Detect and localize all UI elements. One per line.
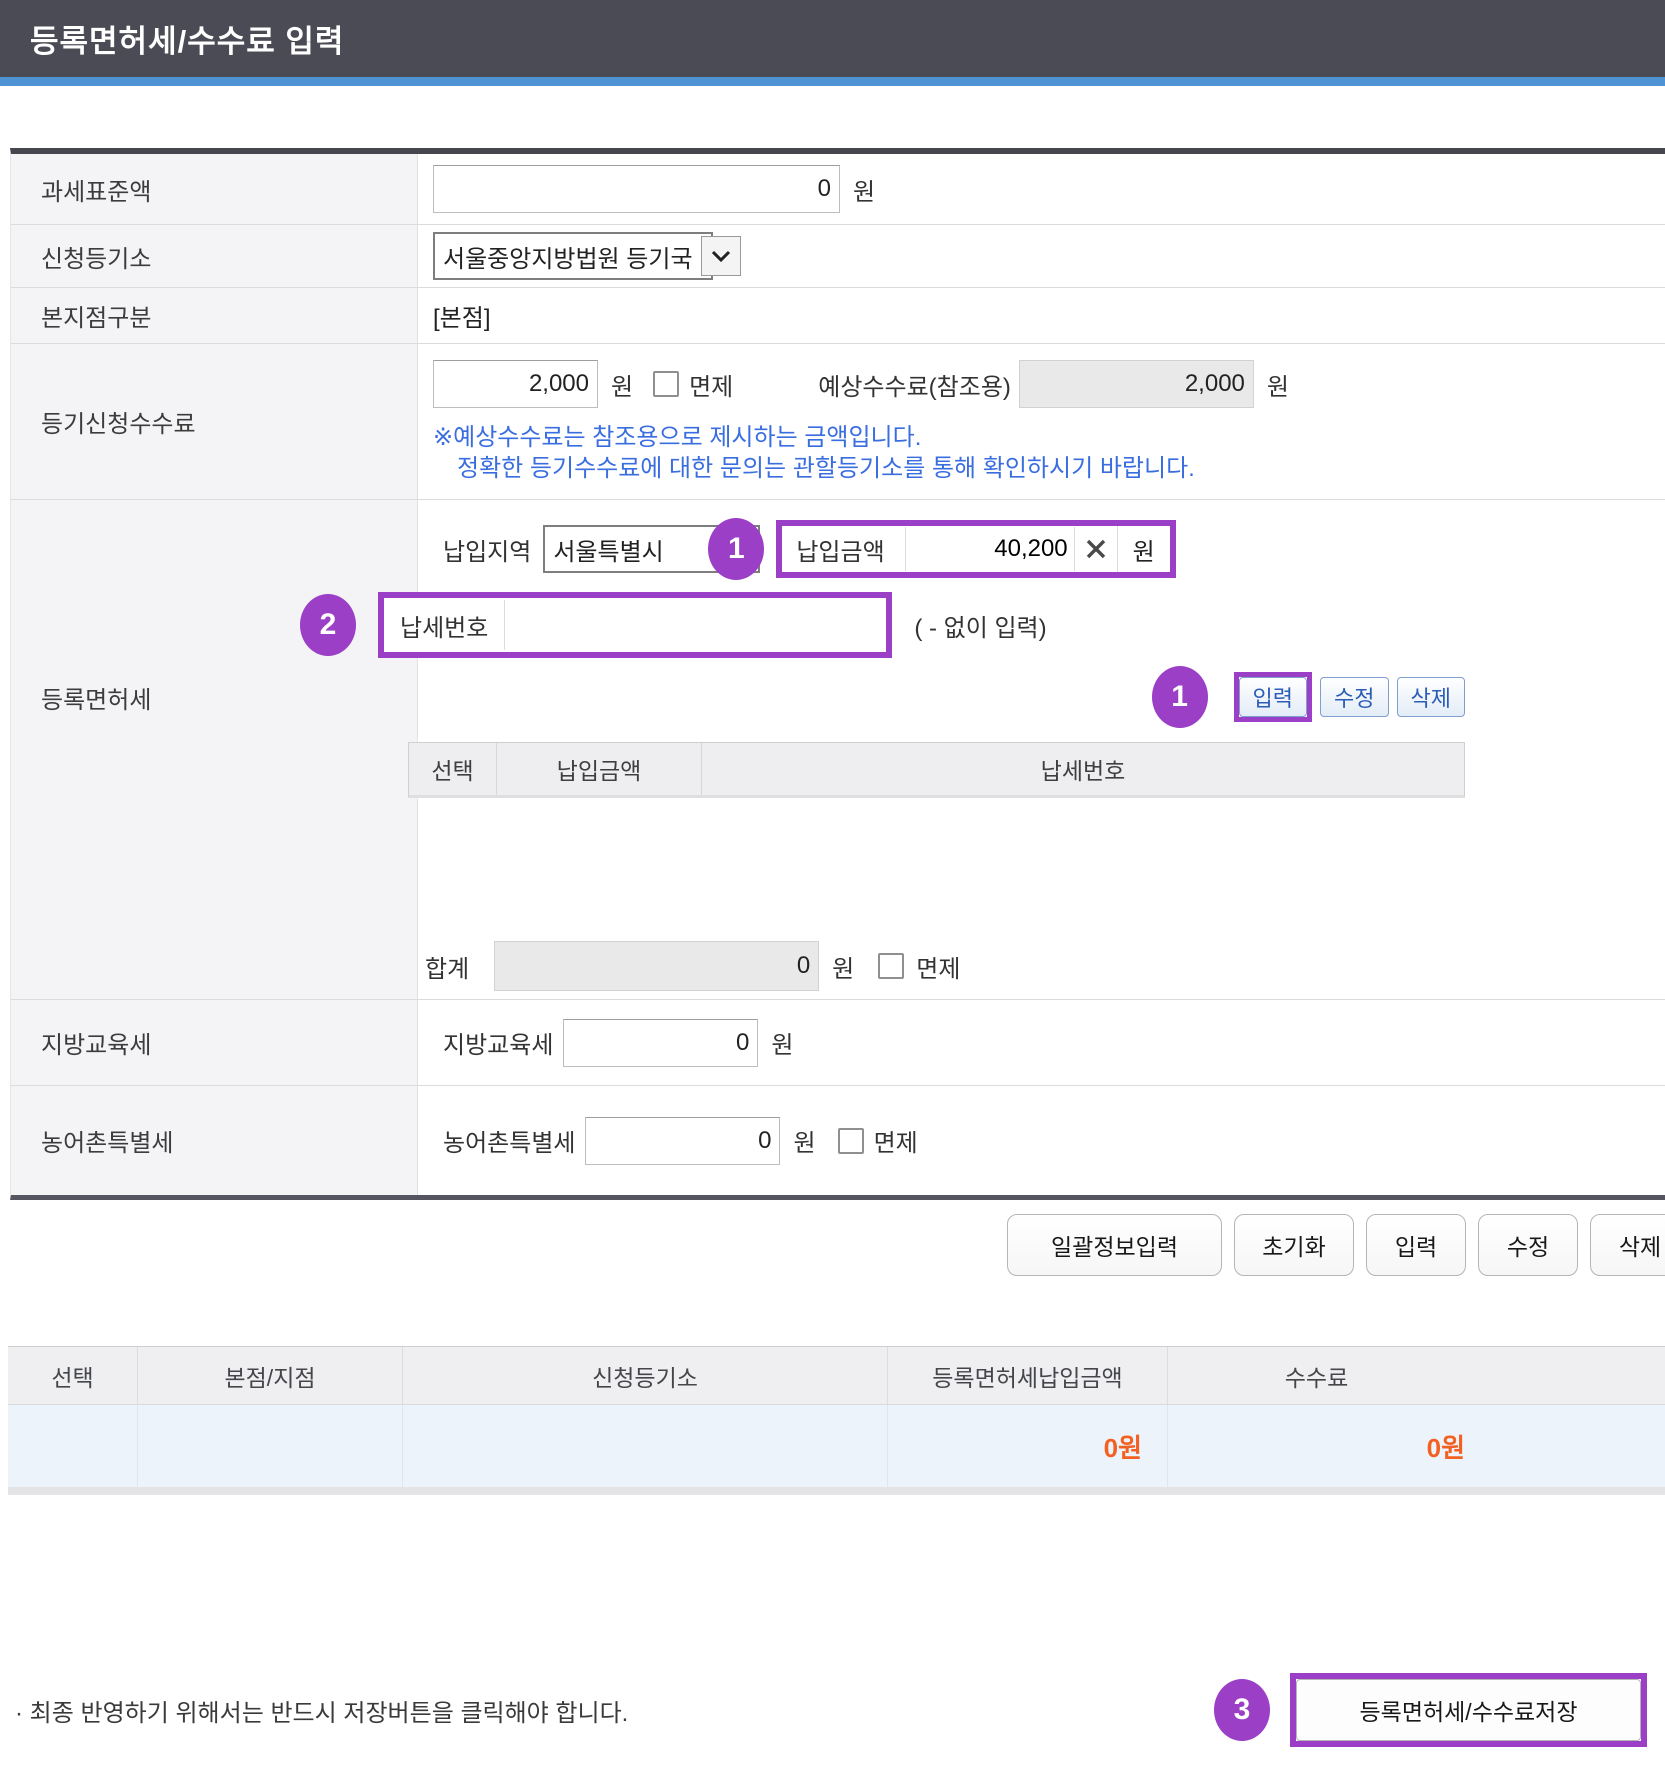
local-edu-tax-field-label: 지방교육세 bbox=[443, 1025, 553, 1060]
local-edu-tax-unit: 원 bbox=[771, 1025, 793, 1060]
payment-amount-input[interactable] bbox=[905, 527, 1075, 571]
rural-tax-exempt-checkbox[interactable] bbox=[838, 1128, 864, 1154]
bulk-input-button[interactable]: 일괄정보입력 bbox=[1007, 1214, 1222, 1276]
license-tax-label: 등록면허세 bbox=[11, 500, 418, 999]
grid-header-amount: 납입금액 bbox=[497, 743, 702, 795]
summary-header-row: 선택 본점/지점 신청등기소 등록면허세납입금액 수수료 bbox=[8, 1347, 1665, 1405]
clear-x-icon[interactable] bbox=[1075, 537, 1117, 561]
reset-button[interactable]: 초기화 bbox=[1234, 1214, 1354, 1276]
rural-tax-exempt-label: 면제 bbox=[874, 1123, 918, 1158]
summary-cell-branch bbox=[138, 1405, 403, 1487]
grid-header-select: 선택 bbox=[409, 743, 497, 795]
payment-amount-label: 납입금액 bbox=[782, 532, 904, 567]
application-fee-input[interactable] bbox=[433, 360, 598, 408]
local-edu-tax-label: 지방교육세 bbox=[11, 1000, 418, 1085]
title-bar: 등록면허세/수수료 입력 bbox=[0, 0, 1665, 86]
estimate-fee-input bbox=[1019, 360, 1254, 408]
tax-base-row: 과세표준액 원 bbox=[11, 154, 1665, 225]
step-badge-2: 2 bbox=[300, 594, 356, 656]
tax-number-hint: ( - 없이 입력) bbox=[914, 608, 1046, 643]
payment-amount-box: 납입금액 원 bbox=[776, 520, 1175, 578]
license-input-button[interactable]: 입력 bbox=[1239, 677, 1307, 717]
branch-type-label: 본지점구분 bbox=[11, 288, 418, 343]
license-tax-grid: 선택 납입금액 납세번호 bbox=[408, 742, 1465, 941]
tax-number-box: 납세번호 bbox=[378, 592, 892, 658]
registry-office-label: 신청등기소 bbox=[11, 225, 418, 287]
license-fee-form: 과세표준액 원 신청등기소 서울중앙지방법원 등기국 본지점구분 [본점] 등기… bbox=[10, 148, 1665, 1200]
application-fee-exempt-checkbox[interactable] bbox=[653, 371, 679, 397]
step-badge-3: 3 bbox=[1214, 1679, 1270, 1741]
tax-base-unit: 원 bbox=[853, 172, 875, 207]
local-edu-tax-row: 지방교육세 지방교육세 원 bbox=[11, 1000, 1665, 1086]
registry-office-selected: 서울중앙지방법원 등기국 bbox=[435, 239, 701, 274]
input-button-highlight: 입력 bbox=[1234, 672, 1312, 722]
page-title: 등록면허세/수수료 입력 bbox=[30, 16, 344, 61]
registry-office-row: 신청등기소 서울중앙지방법원 등기국 bbox=[11, 225, 1665, 288]
summary-header-office: 신청등기소 bbox=[403, 1347, 888, 1404]
save-button-highlight: 등록면허세/수수료저장 bbox=[1290, 1673, 1647, 1747]
tax-number-label: 납세번호 bbox=[384, 608, 504, 643]
chevron-down-icon bbox=[701, 236, 741, 276]
summary-cell-fee: 0원 bbox=[1168, 1405, 1665, 1487]
fee-notice-line2: 정확한 등기수수료에 대한 문의는 관할등기소를 통해 확인하시기 바랍니다. bbox=[433, 453, 1195, 484]
license-total-exempt-label: 면제 bbox=[916, 949, 960, 984]
summary-table: 선택 본점/지점 신청등기소 등록면허세납입금액 수수료 0원 0원 bbox=[8, 1346, 1665, 1495]
payment-region-label: 납입지역 bbox=[443, 532, 531, 567]
summary-data-row[interactable]: 0원 0원 bbox=[8, 1405, 1665, 1487]
save-button[interactable]: 등록면허세/수수료저장 bbox=[1296, 1679, 1641, 1741]
estimate-fee-label: 예상수수료(참조용) bbox=[818, 367, 1011, 402]
tax-base-input[interactable] bbox=[433, 165, 840, 213]
summary-header-branch: 본점/지점 bbox=[138, 1347, 403, 1404]
tax-base-label: 과세표준액 bbox=[11, 154, 418, 224]
license-tax-row: 등록면허세 납입지역 서울특별시 1 납입금액 원 bbox=[11, 500, 1665, 1000]
save-group: 3 등록면허세/수수료저장 bbox=[1214, 1673, 1647, 1747]
license-total-label: 합계 bbox=[425, 949, 469, 984]
step-badge-1b: 1 bbox=[1152, 666, 1208, 728]
fee-notice: ※예상수수료는 참조용으로 제시하는 금액입니다. 정확한 등기수수료에 대한 … bbox=[433, 422, 1195, 484]
license-delete-button[interactable]: 삭제 bbox=[1397, 677, 1465, 717]
tax-number-input[interactable] bbox=[504, 600, 886, 650]
summary-cell-license-amount: 0원 bbox=[888, 1405, 1168, 1487]
summary-header-license-amount: 등록면허세납입금액 bbox=[888, 1347, 1168, 1404]
save-note: · 최종 반영하기 위해서는 반드시 저장버튼을 클릭해야 합니다. bbox=[15, 1693, 628, 1728]
summary-cell-select bbox=[8, 1405, 138, 1487]
branch-type-value: [본점] bbox=[433, 298, 491, 333]
application-fee-exempt-label: 면제 bbox=[689, 367, 733, 402]
application-fee-row: 등기신청수수료 원 면제 예상수수료(참조용) 원 ※예상수수료는 참조용으로 … bbox=[11, 344, 1665, 500]
delete-button[interactable]: 삭제 bbox=[1590, 1214, 1665, 1276]
step-badge-1: 1 bbox=[708, 518, 764, 580]
edit-button[interactable]: 수정 bbox=[1478, 1214, 1578, 1276]
footer: · 최종 반영하기 위해서는 반드시 저장버튼을 클릭해야 합니다. 3 등록면… bbox=[0, 1673, 1665, 1747]
license-total-exempt-checkbox[interactable] bbox=[878, 953, 904, 979]
branch-type-row: 본지점구분 [본점] bbox=[11, 288, 1665, 344]
form-action-buttons: 일괄정보입력 초기화 입력 수정 삭제 bbox=[0, 1214, 1665, 1276]
license-edit-button[interactable]: 수정 bbox=[1320, 677, 1388, 717]
estimate-fee-unit: 원 bbox=[1267, 367, 1289, 402]
rural-tax-field-label: 농어촌특별세 bbox=[443, 1123, 575, 1158]
rural-tax-row: 농어촌특별세 농어촌특별세 원 면제 bbox=[11, 1086, 1665, 1195]
application-fee-unit: 원 bbox=[611, 367, 633, 402]
registry-office-select[interactable]: 서울중앙지방법원 등기국 bbox=[433, 232, 713, 280]
local-edu-tax-input[interactable] bbox=[563, 1019, 758, 1067]
payment-region-selected: 서울특별시 bbox=[545, 532, 671, 567]
rural-tax-unit: 원 bbox=[793, 1123, 815, 1158]
rural-tax-label: 농어촌특별세 bbox=[11, 1086, 418, 1195]
application-fee-label: 등기신청수수료 bbox=[11, 344, 418, 499]
grid-header-taxno: 납세번호 bbox=[702, 743, 1464, 795]
summary-header-fee: 수수료 bbox=[1168, 1347, 1665, 1404]
input-button[interactable]: 입력 bbox=[1366, 1214, 1466, 1276]
license-total-unit: 원 bbox=[832, 949, 854, 984]
rural-tax-input[interactable] bbox=[585, 1117, 780, 1165]
fee-notice-line1: ※예상수수료는 참조용으로 제시하는 금액입니다. bbox=[433, 424, 921, 451]
summary-cell-office bbox=[403, 1405, 888, 1487]
summary-header-select: 선택 bbox=[8, 1347, 138, 1404]
payment-amount-unit: 원 bbox=[1118, 532, 1170, 567]
grid-empty-body bbox=[408, 798, 1465, 941]
license-total-input bbox=[494, 941, 819, 991]
